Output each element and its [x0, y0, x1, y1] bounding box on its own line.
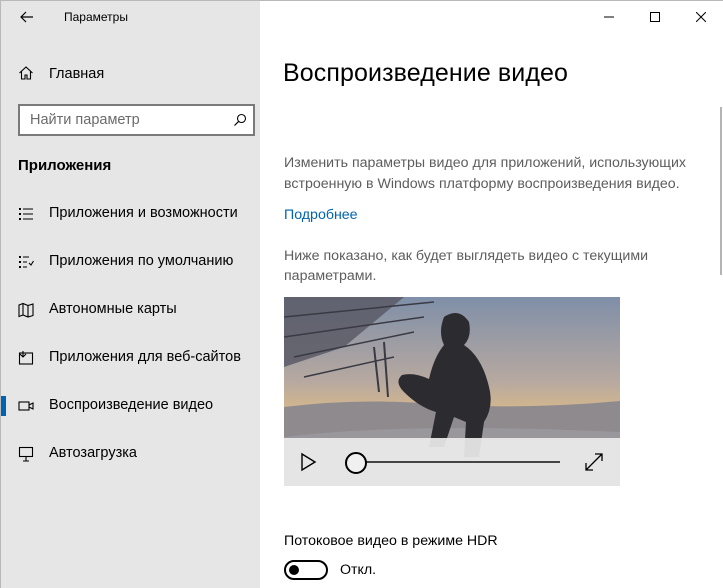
search-box	[18, 104, 255, 136]
maximize-button[interactable]	[632, 1, 678, 33]
close-button[interactable]	[678, 1, 723, 33]
sidebar-item-label: Приложения и возможности	[49, 205, 238, 221]
sidebar-item-apps-features[interactable]: Приложения и возможности	[1, 193, 260, 235]
seek-thumb[interactable]	[345, 452, 367, 474]
search-icon[interactable]	[233, 113, 247, 127]
seek-bar[interactable]	[356, 461, 560, 463]
maximize-icon	[650, 12, 660, 22]
window-controls	[586, 1, 723, 33]
video-controls	[284, 438, 620, 486]
hdr-toggle[interactable]	[284, 560, 328, 580]
toggle-knob	[289, 565, 299, 575]
map-icon	[18, 302, 34, 318]
learn-more-link[interactable]: Подробнее	[284, 207, 358, 223]
section-title: Приложения	[18, 157, 112, 174]
hdr-setting-label: Потоковое видео в режиме HDR	[284, 533, 498, 549]
hdr-toggle-state: Откл.	[340, 562, 377, 578]
sidebar-item-label: Автозагрузка	[49, 445, 137, 461]
play-icon[interactable]	[298, 452, 318, 472]
main-content: Воспроизведение видео Изменить параметры…	[260, 1, 723, 588]
video-icon	[18, 401, 34, 411]
web-apps-icon	[18, 351, 34, 365]
startup-icon	[18, 446, 34, 462]
sidebar-item-default-apps[interactable]: Приложения по умолчанию	[1, 241, 260, 283]
app-title: Параметры	[64, 10, 128, 24]
fullscreen-icon[interactable]	[584, 452, 604, 472]
sidebar-item-label: Приложения для веб-сайтов	[49, 349, 241, 365]
active-indicator	[1, 396, 6, 416]
search-input[interactable]	[20, 106, 230, 134]
settings-window: Параметры Главная Приложения Приложения …	[0, 0, 723, 588]
title-bar: Параметры	[1, 1, 260, 33]
page-description: Изменить параметры видео для приложений,…	[284, 155, 686, 192]
sidebar-item-label: Главная	[49, 66, 105, 82]
sidebar-item-video-playback[interactable]: Воспроизведение видео	[1, 385, 260, 427]
sidebar-item-web-apps[interactable]: Приложения для веб-сайтов	[1, 337, 260, 379]
back-arrow-icon	[20, 11, 33, 23]
home-icon	[19, 66, 33, 80]
sidebar-item-startup[interactable]: Автозагрузка	[1, 433, 260, 475]
sidebar-item-label: Воспроизведение видео	[49, 397, 214, 413]
sidebar-item-home[interactable]: Главная	[1, 57, 260, 91]
preview-description: Ниже показано, как будет выглядеть видео…	[284, 248, 649, 284]
minimize-icon	[604, 16, 614, 18]
page-title: Воспроизведение видео	[283, 59, 569, 87]
scrollbar[interactable]	[720, 107, 722, 275]
apps-list-icon	[19, 208, 33, 220]
close-icon	[696, 12, 706, 22]
sidebar-item-offline-maps[interactable]: Автономные карты	[1, 289, 260, 331]
sidebar: Параметры Главная Приложения Приложения …	[1, 1, 260, 588]
sidebar-item-label: Автономные карты	[49, 301, 177, 317]
sidebar-item-label: Приложения по умолчанию	[49, 253, 234, 269]
video-preview	[284, 297, 620, 486]
default-apps-icon	[19, 256, 34, 268]
back-button[interactable]	[13, 5, 41, 29]
minimize-button[interactable]	[586, 1, 632, 33]
